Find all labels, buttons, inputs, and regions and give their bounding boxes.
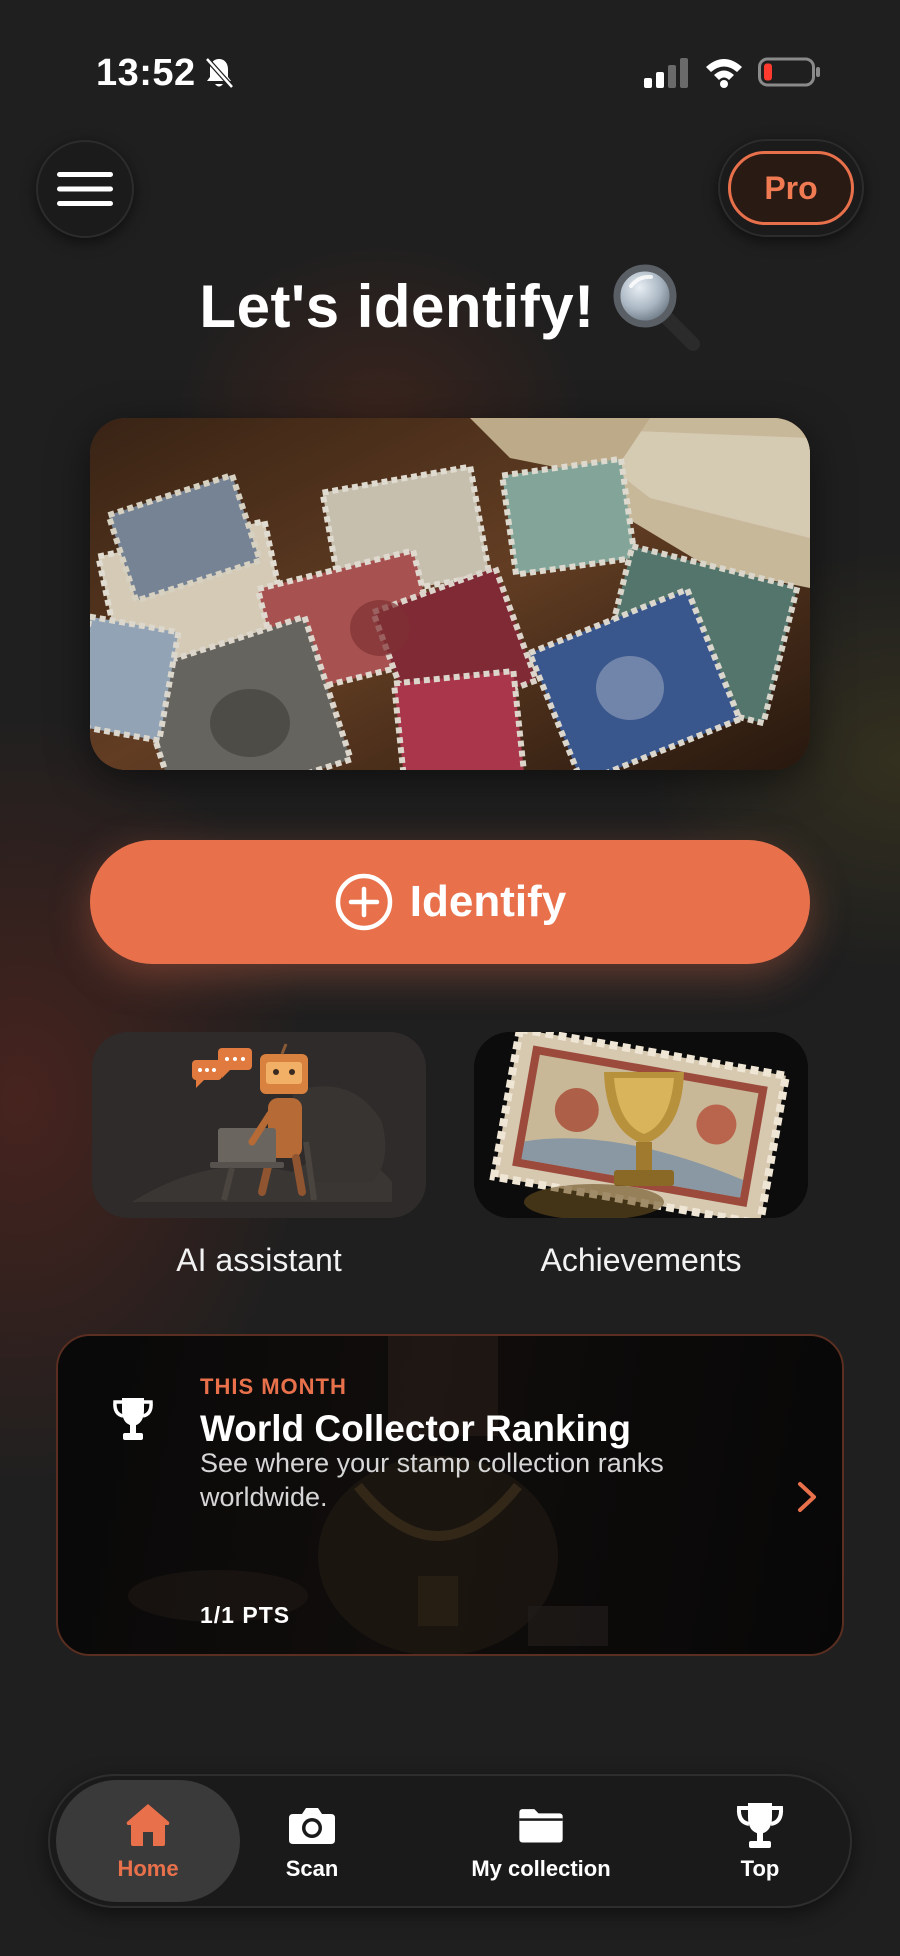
page-title: Let's identify! — [199, 272, 595, 340]
tab-scan-label: Scan — [285, 1856, 339, 1881]
ranking-description: See where your stamp collection ranks wo… — [200, 1448, 664, 1512]
bell-off-icon — [205, 57, 234, 89]
ranking-points: 1/1 PTS — [200, 1602, 291, 1628]
ranking-kicker: THIS MONTH — [200, 1374, 347, 1399]
page-title-row: Let's identify! — [0, 256, 900, 356]
stamps-hero-image — [90, 418, 810, 770]
achievements-card[interactable] — [474, 1032, 808, 1218]
tab-top-label: Top — [740, 1856, 780, 1881]
cellular-signal-icon — [644, 58, 688, 88]
trophy-stamp-illustration — [474, 1032, 808, 1218]
tab-home[interactable]: Home — [56, 1780, 240, 1902]
ranking-title: World Collector Ranking — [200, 1408, 632, 1449]
trophy-icon — [736, 1803, 784, 1848]
chevron-right-icon — [798, 1482, 816, 1512]
stamps-illustration — [90, 418, 810, 770]
status-bar: 13:52 — [0, 0, 900, 140]
tab-my-collection[interactable]: My collection — [446, 1780, 636, 1902]
pro-button[interactable]: Pro — [728, 151, 854, 225]
menu-button[interactable] — [36, 140, 134, 238]
folder-icon — [519, 1809, 563, 1843]
tab-scan[interactable]: Scan — [242, 1780, 382, 1902]
achievements-label: Achievements — [540, 1242, 742, 1278]
pro-button-container: Pro — [718, 139, 864, 237]
ai-assistant-label: AI assistant — [176, 1242, 342, 1278]
magnifier-icon — [613, 264, 700, 351]
ai-assistant-card[interactable] — [92, 1032, 426, 1218]
identify-button[interactable]: Identify — [90, 840, 810, 964]
home-icon — [126, 1804, 170, 1846]
hamburger-icon — [57, 172, 113, 206]
wifi-icon — [706, 59, 742, 88]
robot-illustration — [92, 1032, 426, 1218]
tab-my-collection-label: My collection — [471, 1856, 611, 1881]
status-time: 13:52 — [96, 52, 196, 94]
battery-icon — [758, 57, 820, 87]
world-ranking-card[interactable]: THIS MONTH World Collector Ranking See w… — [56, 1334, 844, 1656]
trophy-icon — [113, 1398, 153, 1440]
tab-top[interactable]: Top — [700, 1780, 820, 1902]
identify-label: Identify — [409, 877, 567, 926]
tab-home-label: Home — [117, 1856, 179, 1881]
camera-icon — [289, 1808, 335, 1844]
tab-bar: Home Scan My collection Top — [48, 1774, 852, 1908]
add-circle-icon — [335, 873, 393, 931]
